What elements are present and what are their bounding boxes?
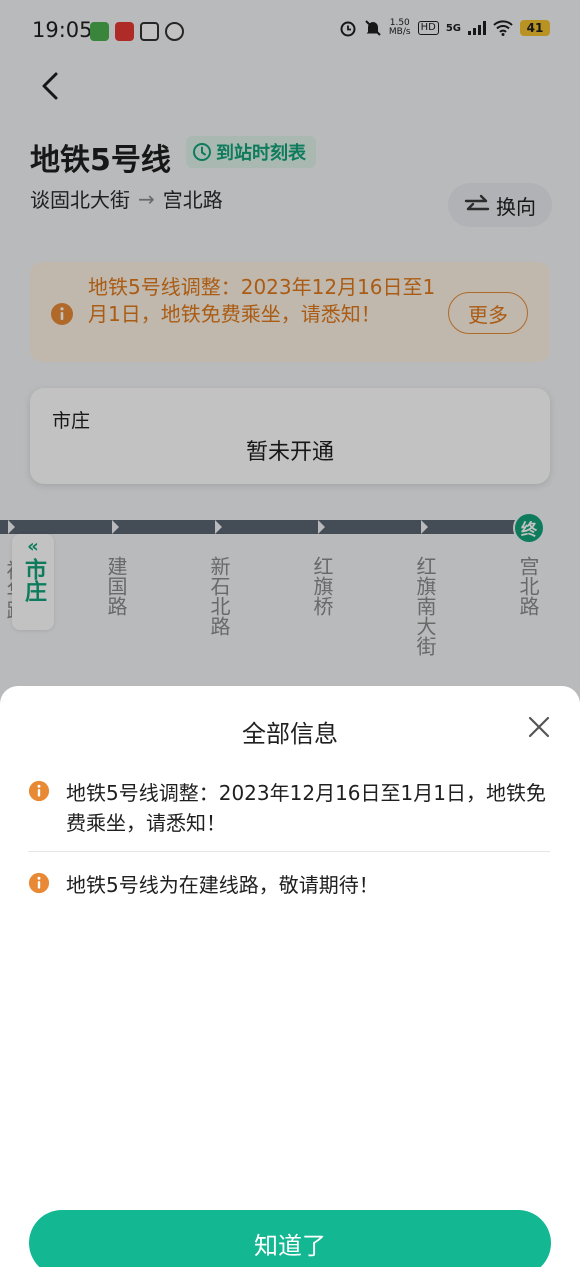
info-icon <box>28 780 50 802</box>
message-text: 地铁5号线调整：2023年12月16日至1月1日，地铁免费乘坐，请悉知！ <box>66 781 546 835</box>
message-text: 地铁5号线为在建线路，敬请期待！ <box>66 873 379 897</box>
confirm-button[interactable]: 知道了 <box>29 1210 551 1267</box>
divider <box>28 851 550 852</box>
info-sheet: 全部信息 地铁5号线调整：2023年12月16日至1月1日，地铁免费乘坐，请悉知… <box>0 686 580 1267</box>
close-icon[interactable] <box>524 712 554 742</box>
info-icon <box>28 872 50 894</box>
sheet-title: 全部信息 <box>242 720 338 748</box>
